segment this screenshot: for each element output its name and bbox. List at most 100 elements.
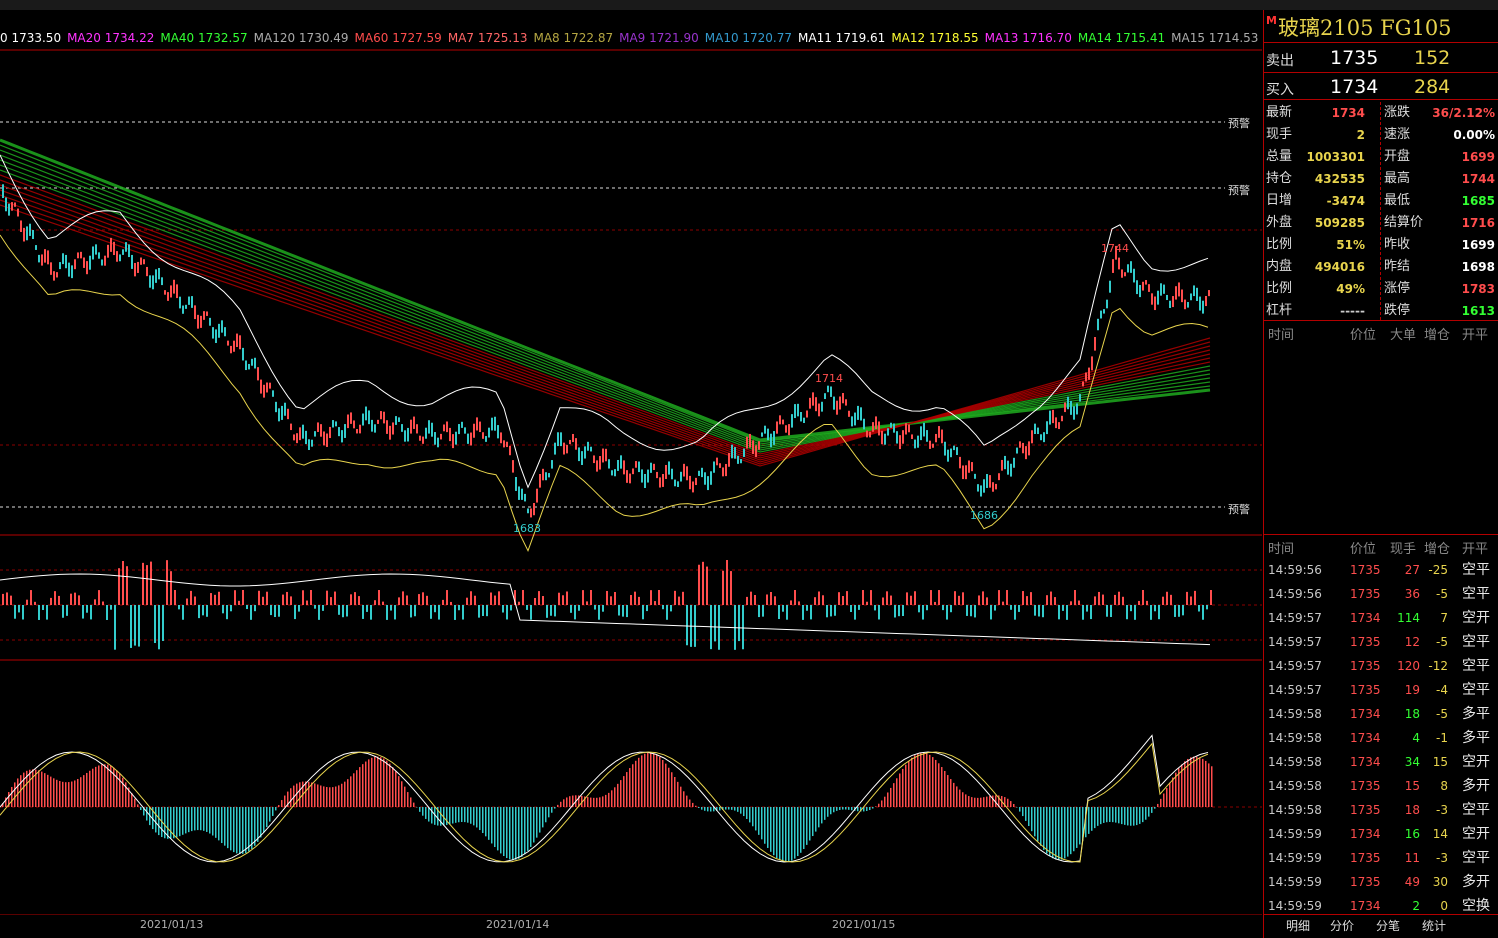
candle <box>398 417 400 422</box>
macd-bar <box>476 807 478 828</box>
tick-row[interactable]: 14:59:56 1735 36 -5 空平 <box>1264 582 1498 606</box>
macd-bar <box>554 807 556 809</box>
macd-bar <box>521 807 523 857</box>
ma-legend-item[interactable]: MA9 1721.90 <box>619 31 699 45</box>
candle <box>1130 261 1132 273</box>
ma-legend-item[interactable]: 0 1733.50 <box>0 31 61 45</box>
macd-bar <box>197 807 199 831</box>
macd-bar <box>401 781 403 807</box>
volume-bar <box>962 592 964 605</box>
volume-bar <box>62 605 64 618</box>
candle <box>893 423 895 433</box>
candle <box>98 252 100 259</box>
tick-row[interactable]: 14:59:59 1735 49 30 多开 <box>1264 870 1498 894</box>
candle <box>1076 403 1078 415</box>
ma-legend-item[interactable]: MA7 1725.13 <box>448 31 528 45</box>
tab-stats[interactable]: 统计 <box>1422 917 1446 934</box>
ma-legend-item[interactable]: MA12 1718.55 <box>891 31 978 45</box>
ma-legend-item[interactable]: MA14 1715.41 <box>1078 31 1165 45</box>
macd-bar <box>797 807 799 857</box>
macd-bar <box>206 807 208 832</box>
volume-bar <box>1146 600 1148 605</box>
warn-label-3[interactable]: 预警 <box>1228 501 1250 517</box>
macd-bar <box>470 807 472 824</box>
volume-bar <box>542 596 544 605</box>
candle <box>377 419 379 424</box>
tab-price-dist[interactable]: 分价 <box>1330 917 1354 934</box>
volume-bar <box>70 593 72 605</box>
macd-bar <box>155 807 157 833</box>
macd-bar <box>1070 807 1072 855</box>
warn-label-1[interactable]: 预警 <box>1228 115 1250 131</box>
chart-canvas[interactable] <box>0 10 1262 915</box>
candle <box>938 426 940 438</box>
candle <box>1109 280 1111 293</box>
macd-bar <box>815 807 817 832</box>
tick-price: 1735 <box>1350 563 1381 577</box>
buy-row[interactable]: 买入 1734 284 <box>1264 73 1498 101</box>
ma-ribbon-line <box>0 199 1211 465</box>
ma-legend-item[interactable]: MA8 1722.87 <box>533 31 613 45</box>
tick-row[interactable]: 14:59:57 1735 19 -4 空平 <box>1264 678 1498 702</box>
candle <box>182 305 184 314</box>
low-label-1686: 1686 <box>970 509 998 522</box>
macd-bar <box>191 807 193 832</box>
ma-legend-item[interactable]: MA13 1716.70 <box>985 31 1072 45</box>
volume-bar <box>854 605 856 620</box>
ma-legend-item[interactable]: MA60 1727.59 <box>355 31 442 45</box>
candle <box>128 244 130 258</box>
candle <box>923 422 925 437</box>
volume-bar <box>90 605 92 620</box>
candle <box>902 430 904 444</box>
macd-bar <box>209 807 211 834</box>
tick-row[interactable]: 14:59:57 1735 120 -12 空平 <box>1264 654 1498 678</box>
macd-bar <box>653 753 655 807</box>
tick-row[interactable]: 14:59:57 1734 114 7 空开 <box>1264 606 1498 630</box>
macd-bar <box>47 774 49 807</box>
macd-bar <box>1163 793 1165 807</box>
tick-row[interactable]: 14:59:58 1734 34 15 空开 <box>1264 750 1498 774</box>
candle <box>752 440 754 455</box>
tick-time: 14:59:59 <box>1268 851 1322 865</box>
tick-vol: 16 <box>1404 827 1420 841</box>
big-header-price: 价位 <box>1350 328 1377 343</box>
volume-bar <box>1042 605 1044 618</box>
ma-legend-item[interactable]: MA15 1714.53 <box>1171 31 1258 45</box>
ma-legend-item[interactable]: MA40 1732.57 <box>160 31 247 45</box>
tab-ticks[interactable]: 分笔 <box>1376 917 1400 934</box>
candle <box>1136 280 1138 295</box>
volume-bar <box>898 605 900 617</box>
candle <box>458 424 460 435</box>
warn-label-2[interactable]: 预警 <box>1228 182 1250 198</box>
tick-row[interactable]: 14:59:56 1735 27 -25 空平 <box>1264 558 1498 582</box>
macd-bar <box>314 783 316 807</box>
macd-bar <box>296 783 298 807</box>
ma-legend-item[interactable]: MA120 1730.49 <box>254 31 349 45</box>
tick-row[interactable]: 14:59:59 1734 16 14 空开 <box>1264 822 1498 846</box>
tick-row[interactable]: 14:59:59 1735 11 -3 空平 <box>1264 846 1498 870</box>
volume-bar <box>698 564 700 605</box>
volume-bar <box>602 605 604 612</box>
macd-bar <box>533 807 535 843</box>
sell-row[interactable]: 卖出 1735 152 <box>1264 44 1498 72</box>
candle <box>980 485 982 497</box>
tick-row[interactable]: 14:59:58 1735 15 8 多开 <box>1264 774 1498 798</box>
kline-chart-area[interactable] <box>0 10 1262 915</box>
volume-bar <box>490 592 492 605</box>
macd-bar <box>344 781 346 807</box>
tick-row[interactable]: 14:59:57 1735 12 -5 空平 <box>1264 630 1498 654</box>
macd-bar <box>950 779 952 807</box>
candle <box>569 439 571 445</box>
macd-bar <box>497 807 499 851</box>
ma-legend-item[interactable]: MA20 1734.22 <box>67 31 154 45</box>
macd-bar <box>1055 807 1057 860</box>
tick-row[interactable]: 14:59:58 1735 18 -3 空平 <box>1264 798 1498 822</box>
tick-row[interactable]: 14:59:58 1734 18 -5 多平 <box>1264 702 1498 726</box>
contract-title[interactable]: 玻璃2105 FG105 <box>1278 12 1452 42</box>
tab-detail[interactable]: 明细 <box>1286 917 1310 934</box>
macd-bar <box>11 786 13 807</box>
tick-row[interactable]: 14:59:58 1734 4 -1 多平 <box>1264 726 1498 750</box>
candle <box>869 431 871 438</box>
ma-legend-item[interactable]: MA10 1720.77 <box>705 31 792 45</box>
ma-legend-item[interactable]: MA11 1719.61 <box>798 31 885 45</box>
